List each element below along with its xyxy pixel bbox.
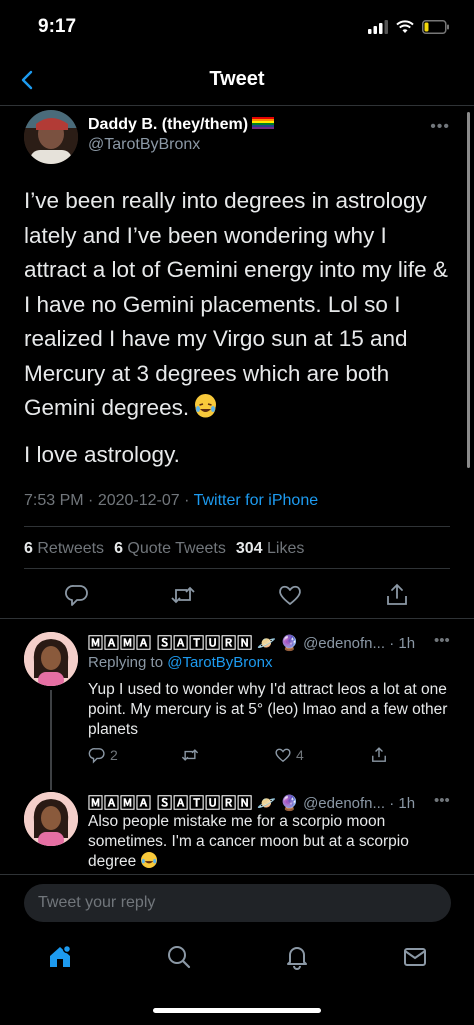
compose-bar: Tweet your reply xyxy=(0,874,474,930)
tab-bar xyxy=(0,930,474,990)
meta-separator: · xyxy=(184,492,194,509)
like-action[interactable]: 4 xyxy=(274,746,304,764)
meta-separator: · xyxy=(389,795,399,812)
tweet-paragraph-2: I love astrology. xyxy=(24,441,180,467)
bell-icon[interactable] xyxy=(284,944,310,970)
tweet-meta: 7:53 PM · 2020-12-07 · Twitter for iPhon… xyxy=(24,492,318,510)
tweet-actions xyxy=(0,576,474,620)
avatar[interactable] xyxy=(24,110,78,164)
author-handle[interactable]: @TarotByBronx xyxy=(88,136,200,154)
quotes-count: 6 xyxy=(114,540,123,557)
likes-count: 304 xyxy=(235,540,263,557)
status-icons xyxy=(368,20,450,34)
tweet-source-link[interactable]: Twitter for iPhone xyxy=(194,492,319,509)
tweet-time: 7:53 PM xyxy=(24,492,84,509)
quotes-label: Quote Tweets xyxy=(127,540,226,557)
retweets-count: 6 xyxy=(24,540,33,557)
share-icon[interactable] xyxy=(384,582,410,608)
share-icon xyxy=(372,747,386,762)
tweet-body: I’ve been really into degrees in astrolo… xyxy=(24,184,454,484)
reply-input[interactable]: Tweet your reply xyxy=(24,884,451,922)
replying-to-handle[interactable]: @TarotByBronx xyxy=(167,654,272,671)
reply-action[interactable]: 2 xyxy=(88,746,118,764)
avatar-image xyxy=(24,110,78,164)
reply-author-handle[interactable]: @edenofn... xyxy=(303,635,385,652)
thread-line xyxy=(50,690,52,790)
heart-icon[interactable] xyxy=(277,582,303,608)
reply-author-name[interactable]: 🄼🄰🄼🄰 🅂🄰🅃🅄🅁🄽 xyxy=(88,635,253,652)
planet-emoji-icon: 🪐 xyxy=(257,795,277,812)
replying-prefix: Replying to xyxy=(88,654,164,671)
divider xyxy=(24,526,450,527)
meta-separator: · xyxy=(389,635,399,652)
mail-icon[interactable] xyxy=(402,944,428,970)
avatar-image xyxy=(24,792,78,846)
divider xyxy=(0,618,474,619)
reply-header: 🄼🄰🄼🄰 🅂🄰🅃🅄🅁🄽 🪐 🔮 @edenofn... · 1h ••• xyxy=(88,792,450,813)
crystal-ball-emoji-icon: 🔮 xyxy=(280,635,299,652)
reply-text: Also people mistake me for a scorpio moo… xyxy=(88,813,409,870)
avatar[interactable] xyxy=(24,632,78,686)
retweets-label: Retweets xyxy=(37,540,105,557)
crystal-ball-emoji-icon: 🔮 xyxy=(280,795,299,812)
reply-header: 🄼🄰🄼🄰 🅂🄰🅃🅄🅁🄽 🪐 🔮 @edenofn... · 1h ••• xyxy=(88,632,450,653)
search-icon[interactable] xyxy=(166,944,192,970)
reply-text: Yup I used to wonder why I'd attract leo… xyxy=(88,681,448,738)
home-icon[interactable] xyxy=(47,944,73,970)
tweet-text: I’ve been really into degrees in astrolo… xyxy=(24,188,448,420)
share-action[interactable] xyxy=(370,746,388,764)
more-options-icon[interactable]: ••• xyxy=(430,118,450,136)
scrollbar[interactable] xyxy=(467,112,470,468)
status-time: 9:17 xyxy=(38,16,77,37)
like-count: 4 xyxy=(296,747,304,763)
author-name[interactable]: Daddy B. (they/them) xyxy=(88,116,275,134)
reply-icon xyxy=(88,748,105,764)
author-name-text: Daddy B. (they/them) xyxy=(88,116,249,133)
home-indicator xyxy=(153,1008,321,1013)
status-bar: 9:17 xyxy=(0,0,474,56)
replying-to: Replying to @TarotByBronx xyxy=(88,654,272,671)
avatar[interactable] xyxy=(24,792,78,846)
page-title: Tweet xyxy=(209,68,265,90)
reply-text-block: Also people mistake me for a scorpio moo… xyxy=(88,812,460,872)
quotes-stat[interactable]: 6 Quote Tweets xyxy=(114,540,226,558)
avatar-image xyxy=(24,632,78,686)
reply-time: 1h xyxy=(398,795,416,812)
retweet-action[interactable] xyxy=(180,746,200,764)
wifi-icon xyxy=(396,20,414,33)
signal-icon xyxy=(368,20,388,34)
tweet-date: 2020-12-07 xyxy=(97,492,180,509)
reply-actions: 2 4 xyxy=(88,746,460,770)
likes-stat[interactable]: 304 Likes xyxy=(236,540,305,558)
meta-separator: · xyxy=(88,492,98,509)
retweet-icon[interactable] xyxy=(170,582,196,608)
laughing-tears-emoji-icon xyxy=(140,852,157,868)
tweet-stats: 6 Retweets 6 Quote Tweets 304 Likes xyxy=(24,540,304,558)
divider xyxy=(24,568,450,569)
retweet-icon xyxy=(181,749,199,761)
reply-time: 1h xyxy=(398,635,416,652)
reply-icon[interactable] xyxy=(64,582,90,608)
reply-author-name[interactable]: 🄼🄰🄼🄰 🅂🄰🅃🅄🅁🄽 xyxy=(88,795,253,812)
laughing-tears-emoji-icon xyxy=(195,394,217,418)
tweet-paragraph: I’ve been really into degrees in astrolo… xyxy=(24,184,454,426)
rainbow-flag-icon xyxy=(252,117,275,129)
retweets-stat[interactable]: 6 Retweets xyxy=(24,540,104,558)
reply-author-handle[interactable]: @edenofn... xyxy=(303,795,385,812)
likes-label: Likes xyxy=(267,540,305,557)
reply-count: 2 xyxy=(110,747,118,763)
battery-icon xyxy=(422,20,449,34)
planet-emoji-icon: 🪐 xyxy=(257,635,277,652)
more-options-icon[interactable]: ••• xyxy=(434,792,450,809)
heart-icon xyxy=(275,748,291,763)
nav-bar: Tweet xyxy=(0,56,474,106)
more-options-icon[interactable]: ••• xyxy=(434,632,450,649)
